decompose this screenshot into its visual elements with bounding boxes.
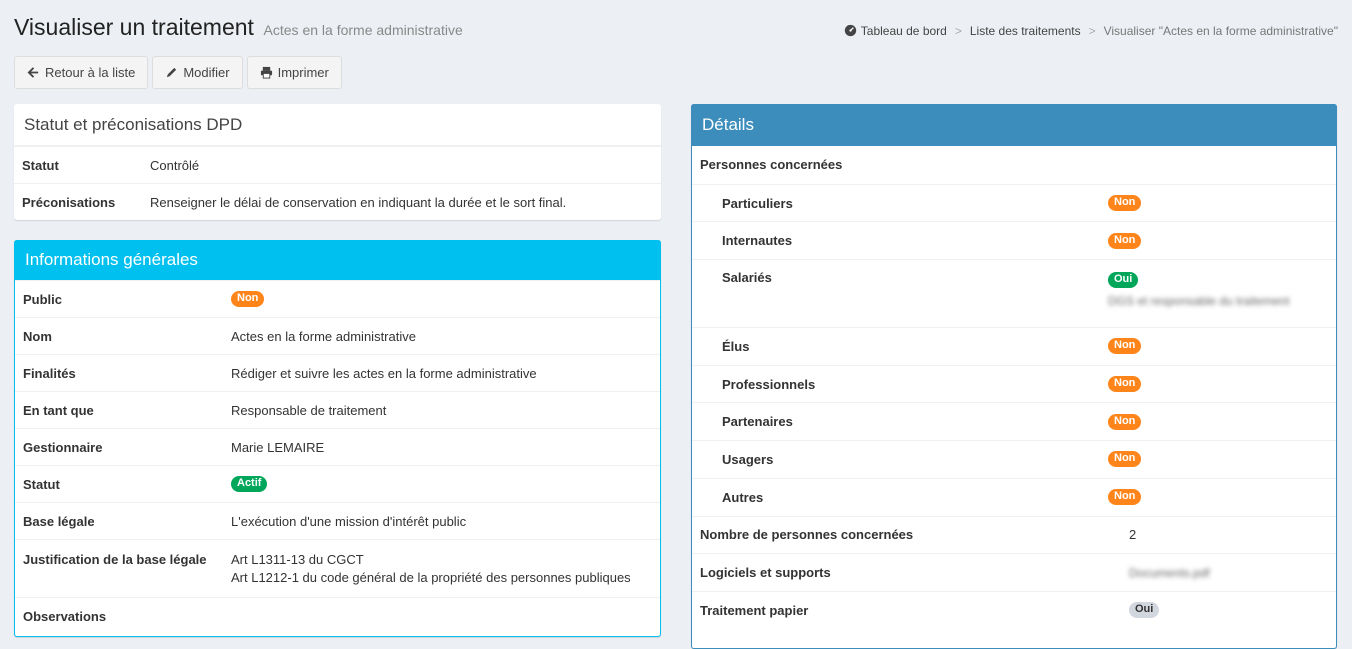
- logiciels-label: Logiciels et supports: [700, 565, 831, 581]
- salaries-badge: Oui: [1108, 272, 1139, 289]
- details-panel: Détails Personnes concernées Particulier…: [691, 104, 1337, 649]
- autres-badge: Non: [1108, 489, 1142, 506]
- justification-line-2: Art L1212-1 du code général de la propri…: [231, 570, 631, 585]
- breadcrumb-separator: >: [954, 24, 962, 38]
- partenaires-row: Partenaires Non: [692, 402, 1336, 440]
- usagers-label: Usagers: [722, 451, 774, 467]
- internautes-row: Internautes Non: [692, 221, 1336, 259]
- personnes-row: Personnes concernées: [692, 146, 1336, 184]
- gestionnaire-label: Gestionnaire: [23, 439, 103, 455]
- professionnels-badge: Non: [1108, 376, 1142, 393]
- breadcrumb-current: Visualiser "Actes en la forme administra…: [1103, 24, 1338, 38]
- status-badge: Actif: [231, 476, 268, 492]
- nombre-row: Nombre de personnes concernées 2: [692, 515, 1336, 554]
- elus-badge: Non: [1108, 338, 1142, 355]
- finalites-row: Finalités Rédiger et suivre les actes en…: [15, 354, 660, 391]
- preconisations-row: Préconisations Renseigner le délai de co…: [14, 183, 661, 220]
- en-tant-que-value: Responsable de traitement: [231, 402, 387, 418]
- gestionnaire-value: Marie LEMAIRE: [231, 439, 325, 455]
- details-title: Détails: [691, 104, 1337, 146]
- breadcrumb-list[interactable]: Liste des traitements: [970, 24, 1081, 38]
- autres-label: Autres: [722, 489, 764, 505]
- salaries-value: Oui DGS et responsable du traitement: [1108, 270, 1289, 308]
- public-badge: Non: [231, 291, 265, 307]
- preconisations-label: Préconisations: [22, 194, 116, 210]
- edit-button[interactable]: Modifier: [152, 56, 243, 89]
- salaries-note: DGS et responsable du traitement: [1108, 294, 1290, 309]
- justification-row: Justification de la base légale Art L131…: [15, 539, 660, 597]
- page-subtitle: Actes en la forme administrative: [263, 22, 463, 38]
- back-button-label: Retour à la liste: [45, 65, 136, 80]
- pencil-icon: [167, 67, 177, 78]
- statut-panel-title: Statut et préconisations DPD: [14, 104, 661, 146]
- personnes-label: Personnes concernées: [700, 157, 843, 173]
- nom-row: Nom Actes en la forme administrative: [15, 317, 660, 354]
- base-legale-label: Base légale: [23, 513, 95, 529]
- toolbar: Retour à la liste Modifier Imprimer: [14, 56, 342, 89]
- arrow-left-icon: [27, 67, 39, 78]
- papier-label: Traitement papier: [700, 602, 809, 618]
- partenaires-label: Partenaires: [722, 414, 793, 430]
- finalites-label: Finalités: [23, 365, 76, 381]
- salaries-label: Salariés: [722, 270, 772, 286]
- print-button-label: Imprimer: [277, 65, 329, 80]
- preconisations-value: Renseigner le délai de conservation en i…: [150, 194, 567, 210]
- en-tant-que-label: En tant que: [23, 402, 94, 418]
- nombre-value: 2: [1129, 527, 1137, 543]
- logiciels-value: Documents.pdf: [1129, 565, 1210, 580]
- statut-value: Contrôlé: [150, 157, 200, 173]
- nombre-label: Nombre de personnes concernées: [700, 527, 914, 543]
- observations-row: Observations: [15, 597, 660, 634]
- general-info-title: Informations générales: [14, 240, 661, 280]
- nom-label: Nom: [23, 328, 52, 344]
- particuliers-label: Particuliers: [722, 195, 793, 211]
- justification-label: Justification de la base légale: [23, 552, 207, 567]
- logiciels-row: Logiciels et supports Documents.pdf: [692, 553, 1336, 591]
- observations-label: Observations: [23, 608, 107, 624]
- dashboard-icon: [844, 24, 856, 37]
- professionnels-row: Professionnels Non: [692, 364, 1336, 403]
- statut-label: Statut: [22, 157, 59, 173]
- breadcrumb-home-label: Tableau de bord: [860, 24, 947, 38]
- professionnels-label: Professionnels: [722, 376, 816, 392]
- base-legale-value: L'exécution d'une mission d'intérêt publ…: [231, 513, 467, 529]
- nom-value: Actes en la forme administrative: [231, 328, 416, 344]
- partenaires-badge: Non: [1108, 413, 1142, 430]
- breadcrumb-separator: >: [1088, 24, 1096, 38]
- back-button[interactable]: Retour à la liste: [14, 56, 149, 89]
- papier-row: Traitement papier Oui: [692, 590, 1336, 629]
- papier-badge: Oui: [1129, 602, 1160, 619]
- autres-row: Autres Non: [692, 477, 1336, 516]
- usagers-badge: Non: [1108, 451, 1142, 468]
- public-label: Public: [23, 291, 63, 307]
- breadcrumb: Tableau de bord > Liste des traitements …: [844, 24, 1338, 38]
- breadcrumb-home[interactable]: Tableau de bord: [844, 24, 947, 38]
- usagers-row: Usagers Non: [692, 440, 1336, 478]
- base-legale-row: Base légale L'exécution d'une mission d'…: [15, 502, 660, 539]
- page-header: Visualiser un traitement Actes en la for…: [14, 14, 463, 41]
- particuliers-badge: Non: [1108, 195, 1142, 212]
- statut-row: Statut Contrôlé: [14, 146, 661, 183]
- print-button[interactable]: Imprimer: [246, 56, 342, 89]
- en-tant-que-row: En tant que Responsable de traitement: [15, 391, 660, 428]
- elus-label: Élus: [722, 338, 750, 354]
- printer-icon: [260, 66, 272, 79]
- internautes-label: Internautes: [722, 233, 793, 249]
- general-info-panel: Informations générales Public Non Nom Ac…: [14, 240, 661, 637]
- page-title: Visualiser un traitement: [14, 14, 254, 40]
- salaries-row: Salariés Oui DGS et responsable du trait…: [692, 259, 1336, 327]
- particuliers-row: Particuliers Non: [692, 183, 1336, 222]
- justification-line-1: Art L1311-13 du CGCT: [231, 552, 364, 567]
- elus-row: Élus Non: [692, 327, 1336, 365]
- justification-value: Art L1311-13 du CGCT Art L1212-1 du code…: [231, 552, 631, 588]
- edit-button-label: Modifier: [183, 65, 230, 80]
- internautes-badge: Non: [1108, 232, 1142, 249]
- statut-info-row: Statut Actif: [15, 465, 660, 502]
- statut-panel: Statut et préconisations DPD Statut Cont…: [14, 104, 661, 220]
- finalites-value: Rédiger et suivre les actes en la forme …: [231, 365, 537, 381]
- public-row: Public Non: [15, 280, 660, 317]
- gestionnaire-row: Gestionnaire Marie LEMAIRE: [15, 428, 660, 465]
- statut-info-label: Statut: [23, 476, 60, 492]
